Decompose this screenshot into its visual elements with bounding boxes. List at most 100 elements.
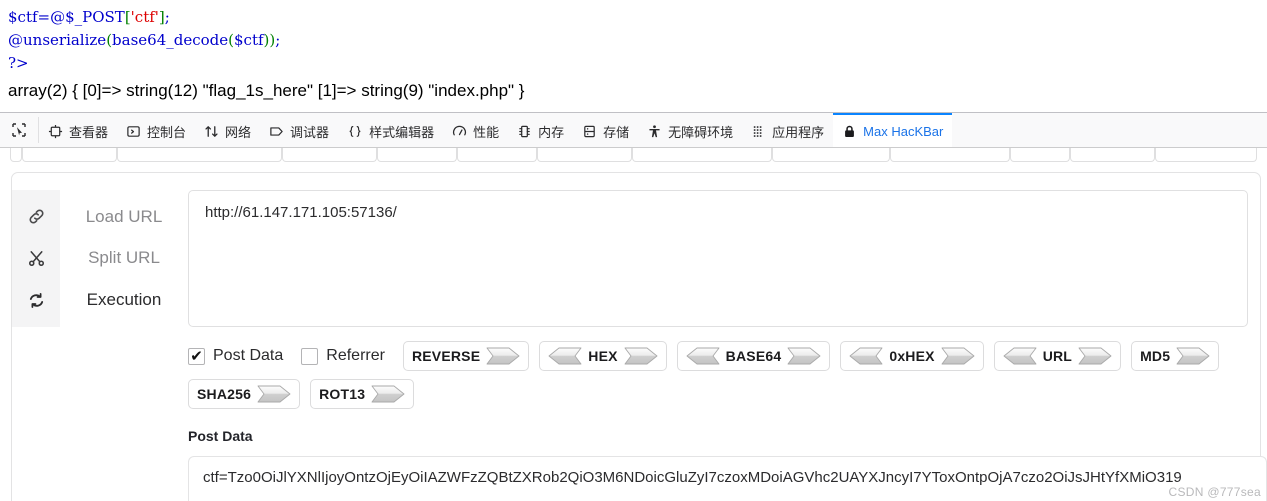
browser-page-content: $ctf=@$_POST['ctf']; @unserialize(base64_… [0, 0, 1267, 112]
refresh-icon[interactable] [27, 291, 46, 310]
application-icon [751, 124, 766, 139]
devtools-tab-label: 存储 [603, 124, 630, 140]
element-picker-icon[interactable] [0, 117, 39, 143]
devtools-toolbar: 查看器 控制台 网络 调试器 样式编辑器 性能 内存 存储 无障碍环境 应用程序 Max HacKB… [0, 112, 1267, 148]
hackbar-action-split-url[interactable]: Split URL [60, 248, 188, 268]
php-code-line: @unserialize(base64_decode($ctf)); [8, 29, 1267, 52]
php-source-code: $ctf=@$_POST['ctf']; @unserialize(base64_… [0, 0, 1267, 75]
devtools-tab-inspector[interactable]: 查看器 [39, 113, 117, 147]
php-code-line: ?> [8, 52, 1267, 75]
encoder-button-sha256[interactable]: SHA256 [188, 379, 301, 409]
devtools-tab-style-editor[interactable]: 样式编辑器 [338, 113, 443, 147]
checkbox-box[interactable]: ✔ [188, 347, 205, 365]
encoder-button-label: URL [1042, 348, 1073, 364]
devtools-tab-console[interactable]: 控制台 [117, 113, 195, 147]
php-token: ; [164, 8, 170, 26]
url-input[interactable] [188, 190, 1248, 327]
arrow-right-icon [941, 347, 975, 365]
checkbox-box[interactable] [301, 347, 319, 365]
encoder-button-label: REVERSE [411, 348, 481, 364]
encoder-button-label: ROT13 [319, 386, 366, 402]
accessibility-icon [647, 124, 662, 139]
php-token: base64_decode [112, 31, 229, 49]
scissors-icon[interactable] [27, 249, 46, 268]
devtools-tab-performance[interactable]: 性能 [443, 113, 508, 147]
network-icon [204, 124, 219, 139]
memory-icon [517, 124, 532, 139]
scrolled-offscreen-row [10, 148, 1257, 163]
devtools-tab-application[interactable]: 应用程序 [742, 113, 833, 147]
php-token: @unserialize [8, 31, 107, 49]
hackbar-action-load-url[interactable]: Load URL [60, 207, 188, 227]
storage-icon [582, 124, 597, 139]
devtools-tab-label: 性能 [473, 124, 500, 140]
encoder-button-base64[interactable]: BASE64 [676, 341, 831, 371]
checkbox-referrer[interactable]: Referrer [301, 347, 385, 365]
hackbar-panel: Load URL Split URL Execution ✔ Post Data Ref… [0, 148, 1267, 501]
devtools-tab-label: 样式编辑器 [369, 124, 435, 140]
checkmark-icon: ✔ [190, 347, 203, 365]
hackbar-action-icons [12, 190, 60, 327]
inspector-icon [48, 124, 63, 139]
devtools-tab-label: 网络 [225, 124, 252, 140]
encoder-button-label: 0xHEX [889, 348, 935, 364]
encoder-button-row-1: ✔ Post Data Referrer REVERSE HEX BASE64 0xHEX U… [188, 341, 1260, 371]
encoder-button-0xhex[interactable]: 0xHEX [840, 341, 984, 371]
encoder-button-label: MD5 [1140, 348, 1171, 364]
encoder-button-md5[interactable]: MD5 [1131, 341, 1220, 371]
devtools-tab-label: Max HacKBar [863, 123, 944, 139]
devtools-tab-storage[interactable]: 存储 [573, 113, 638, 147]
encoder-button-rot13[interactable]: ROT13 [310, 379, 415, 409]
php-code-line: $ctf=@$_POST['ctf']; [8, 6, 1267, 29]
devtools-tab-label: 内存 [538, 124, 565, 140]
link-icon[interactable] [27, 207, 46, 226]
arrow-right-icon [1176, 347, 1210, 365]
php-token: ?> [8, 54, 29, 72]
encoder-button-label: HEX [588, 348, 618, 364]
arrow-left-icon [548, 347, 582, 365]
encoder-button-reverse[interactable]: REVERSE [402, 341, 530, 371]
post-data-section: Post Data [188, 428, 1267, 501]
arrow-right-icon [624, 347, 658, 365]
encoder-button-hex[interactable]: HEX [539, 341, 667, 371]
arrow-left-icon [1003, 347, 1037, 365]
encoder-button-area: ✔ Post Data Referrer REVERSE HEX BASE64 0xHEX U… [188, 341, 1260, 409]
php-token: ; [275, 31, 281, 49]
php-token: )) [263, 31, 276, 49]
encoder-button-url[interactable]: URL [993, 341, 1122, 371]
arrow-right-icon [787, 347, 821, 365]
devtools-tab-network[interactable]: 网络 [195, 113, 260, 147]
checkbox-label: Referrer [326, 347, 385, 364]
arrow-right-icon [486, 347, 520, 365]
devtools-tab-label: 查看器 [69, 124, 109, 140]
checkbox-label: Post Data [213, 347, 284, 364]
php-token: $ctf [234, 31, 264, 49]
hackbar-action-labels: Load URL Split URL Execution [60, 190, 188, 327]
arrow-left-icon [849, 347, 883, 365]
hackbar-action-execution[interactable]: Execution [60, 290, 188, 310]
arrow-right-icon [371, 385, 405, 403]
console-icon [126, 124, 141, 139]
debugger-icon [269, 124, 284, 139]
var-dump-output: array(2) { [0]=> string(12) "flag_1s_her… [8, 81, 525, 100]
devtools-tab-accessibility[interactable]: 无障碍环境 [638, 113, 742, 147]
arrow-left-icon [686, 347, 720, 365]
devtools-tab-label: 控制台 [147, 124, 187, 140]
encoder-button-label: BASE64 [725, 348, 782, 364]
watermark: CSDN @777sea [1168, 485, 1261, 499]
php-token: $ctf=@$_POST [8, 8, 125, 26]
arrow-right-icon [1078, 347, 1112, 365]
arrow-right-icon [257, 385, 291, 403]
devtools-tab-label: 应用程序 [772, 124, 825, 140]
php-token: 'ctf' [130, 8, 159, 26]
post-data-input[interactable] [188, 456, 1267, 501]
devtools-tab-debugger[interactable]: 调试器 [260, 113, 338, 147]
devtools-tab-label: 无障碍环境 [668, 124, 734, 140]
performance-icon [452, 124, 467, 139]
checkbox-post-data[interactable]: ✔ Post Data [188, 347, 283, 365]
devtools-tab-memory[interactable]: 内存 [508, 113, 573, 147]
encoder-button-label: SHA256 [197, 386, 252, 402]
post-data-label: Post Data [188, 428, 253, 444]
devtools-tab-lock[interactable]: Max HacKBar [833, 113, 953, 147]
lock-icon [842, 124, 857, 139]
